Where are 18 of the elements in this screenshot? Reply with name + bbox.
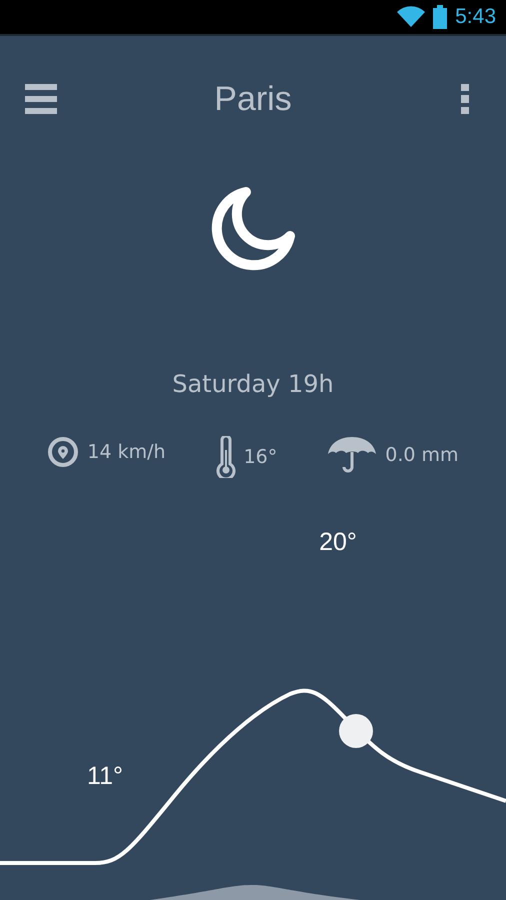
day-time-label: Saturday 19h [172, 370, 334, 398]
wifi-icon [397, 6, 426, 28]
graph-handle[interactable] [339, 714, 373, 748]
detail-value: 16° [244, 446, 278, 468]
menu-button[interactable] [24, 82, 58, 116]
detail-value: 14 km/h [87, 441, 166, 463]
menu-icon [25, 84, 57, 114]
location-pin-icon [47, 436, 80, 468]
thermometer-icon [216, 436, 236, 478]
status-time: 5:43 [455, 5, 496, 29]
high-temperature-label: 20° [319, 528, 357, 557]
city-title: Paris [214, 80, 292, 118]
low-temperature-label: 11° [87, 762, 123, 791]
detail-value: 0.0 mm [385, 444, 459, 466]
battery-icon [433, 5, 448, 29]
umbrella-icon [327, 436, 378, 474]
moon-icon [210, 186, 296, 272]
more-options-icon [461, 84, 469, 114]
